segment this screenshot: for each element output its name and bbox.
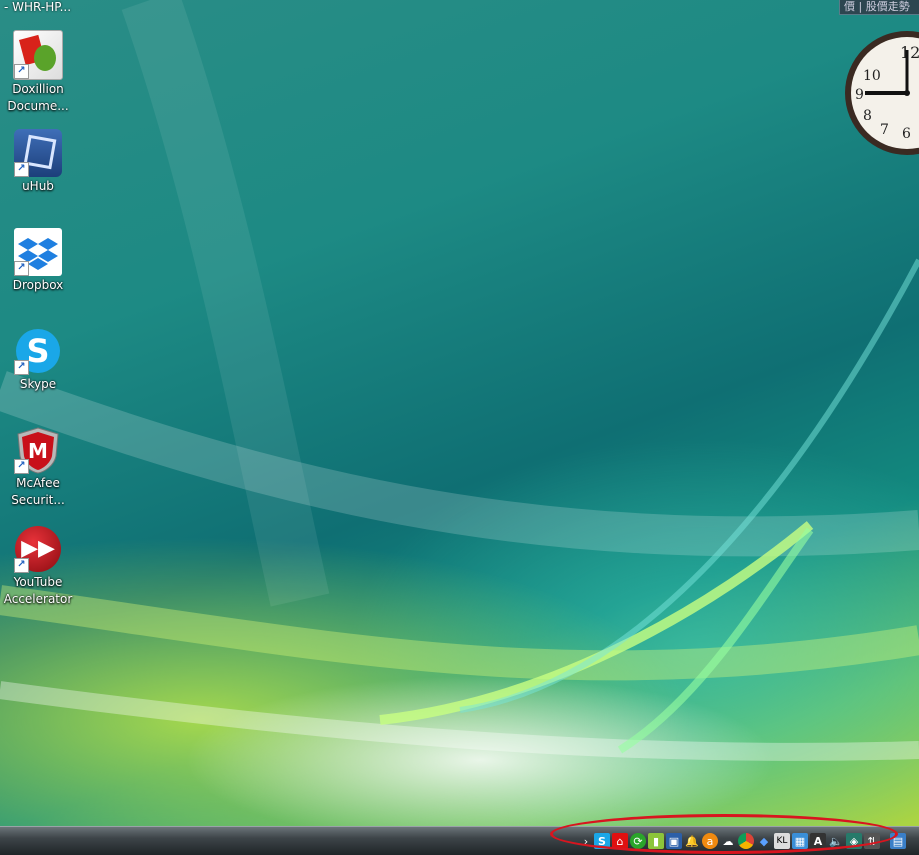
uhub-icon: ↗ bbox=[14, 129, 62, 177]
acrobat-icon[interactable]: A bbox=[810, 833, 826, 849]
network-2-icon[interactable]: ▤ bbox=[890, 833, 906, 849]
clock-numeral: 12 bbox=[900, 43, 919, 62]
stock-gadget-tab[interactable]: 價 | 股價走勢 bbox=[839, 0, 919, 15]
update-icon[interactable]: ⇅ bbox=[864, 833, 880, 849]
battery-icon[interactable]: ▮ bbox=[648, 833, 664, 849]
shortcut-arrow-icon: ↗ bbox=[14, 162, 29, 177]
icon-label: Doxillion bbox=[12, 82, 64, 96]
clock-numeral: 9 bbox=[855, 87, 864, 103]
desktop-icon-dropbox[interactable]: ↗ Dropbox bbox=[0, 228, 76, 293]
clock-numeral: 7 bbox=[880, 122, 889, 138]
desktop-icon-mcafee[interactable]: M ↗ McAfee Securit... bbox=[0, 426, 76, 508]
monitor-icon[interactable]: ▣ bbox=[666, 833, 682, 849]
speaker-icon[interactable]: 🔈 bbox=[828, 833, 844, 849]
icon-label: uHub bbox=[22, 179, 54, 193]
keyboard-icon[interactable]: KL bbox=[774, 833, 790, 849]
system-tray: › S ⌂ ⟳ ▮ ▣ 🔔 a ☁ ◆ KL ▦ A 🔈 ◈ ⇅ ▤ bbox=[580, 831, 906, 851]
sync-green-icon[interactable]: ⟳ bbox=[630, 833, 646, 849]
icon-label: Docume... bbox=[7, 99, 69, 113]
icon-label: Skype bbox=[19, 377, 57, 391]
icon-label: Securit... bbox=[11, 493, 65, 507]
icon-label: Accelerator bbox=[3, 592, 73, 606]
desktop-icon-uhub[interactable]: ↗ uHub bbox=[0, 129, 76, 194]
mcafee-shield-icon: M ↗ bbox=[14, 426, 62, 474]
dropbox-icon: ↗ bbox=[14, 228, 62, 276]
icon-label: McAfee bbox=[16, 476, 60, 490]
clock-gadget[interactable]: 12 10 9 8 7 6 bbox=[843, 30, 919, 156]
dropbox-tray-icon[interactable]: ◆ bbox=[756, 833, 772, 849]
svg-text:M: M bbox=[28, 439, 48, 463]
icon-label: Dropbox bbox=[12, 278, 64, 292]
window-title-fragment: - WHR-HP... bbox=[4, 0, 72, 14]
skype-icon: S ↗ bbox=[14, 327, 62, 375]
clock-numeral: 6 bbox=[902, 126, 911, 142]
shortcut-arrow-icon: ↗ bbox=[14, 360, 29, 375]
shortcut-arrow-icon: ↗ bbox=[14, 64, 29, 79]
icon-label: YouTube bbox=[13, 575, 63, 589]
youtube-accelerator-icon: ▶▶ ↗ bbox=[14, 525, 62, 573]
cloud-icon[interactable]: ☁ bbox=[720, 833, 736, 849]
network-icon[interactable]: ▦ bbox=[792, 833, 808, 849]
bell-icon[interactable]: 🔔 bbox=[684, 833, 700, 849]
desktop-icon-youtube-accelerator[interactable]: ▶▶ ↗ YouTube Accelerator bbox=[0, 525, 76, 607]
shortcut-arrow-icon: ↗ bbox=[14, 459, 29, 474]
doxillion-icon: ↗ bbox=[13, 30, 63, 80]
clock-numeral: 8 bbox=[863, 108, 872, 124]
desktop-icon-doxillion[interactable]: ↗ Doxillion Docume... bbox=[0, 30, 76, 114]
avast-icon[interactable]: a bbox=[702, 833, 718, 849]
desktop-icon-skype[interactable]: S ↗ Skype bbox=[0, 327, 76, 392]
home-red-icon[interactable]: ⌂ bbox=[612, 833, 628, 849]
shield-icon[interactable]: ◈ bbox=[846, 833, 862, 849]
shortcut-arrow-icon: ↗ bbox=[14, 558, 29, 573]
tray-expand-button[interactable]: › bbox=[580, 833, 592, 849]
chrome-icon[interactable] bbox=[738, 833, 754, 849]
wallpaper-swoosh bbox=[0, 0, 919, 761]
skype-tray-icon[interactable]: S bbox=[594, 833, 610, 849]
clock-numeral: 10 bbox=[863, 68, 881, 84]
shortcut-arrow-icon: ↗ bbox=[14, 261, 29, 276]
